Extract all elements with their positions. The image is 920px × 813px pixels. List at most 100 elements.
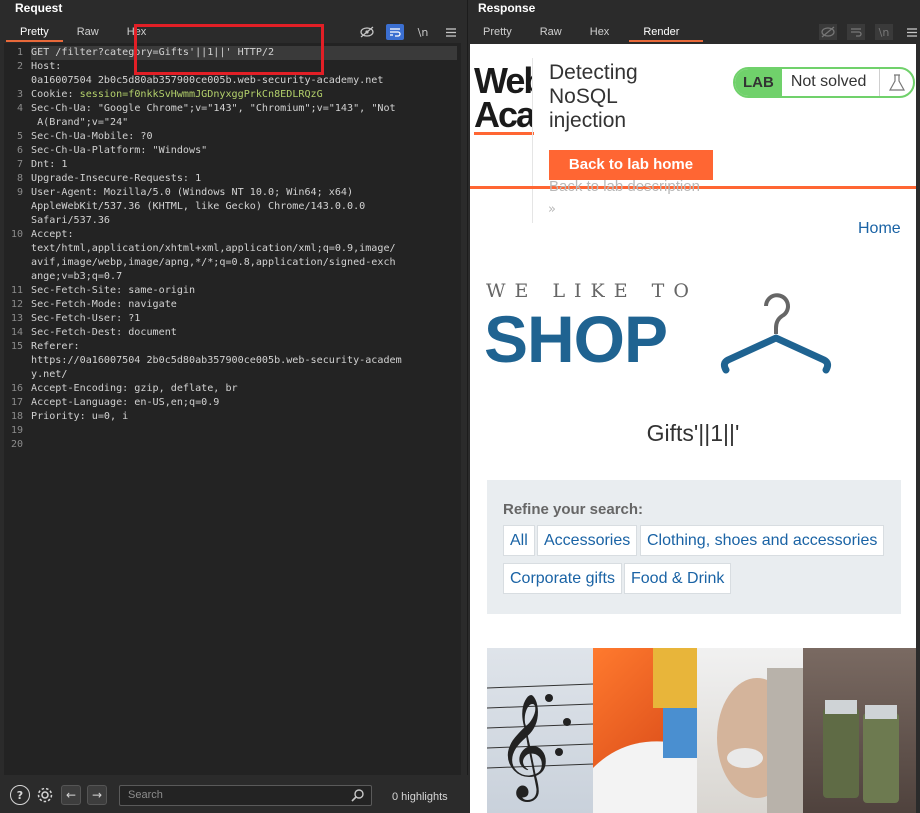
back-to-lab-home-button[interactable]: Back to lab home [549, 150, 713, 180]
filter-corporate-gifts[interactable]: Corporate gifts [503, 563, 622, 594]
lab-status-badge: LAB Not solved [733, 67, 915, 98]
line-number: 17 [10, 397, 23, 408]
search-input[interactable]: Search [119, 785, 372, 806]
code-line[interactable]: A(Brand";v="24" [31, 116, 457, 130]
search-icon[interactable] [351, 787, 365, 806]
newline-icon[interactable]: \n [414, 24, 432, 40]
category-title: Gifts'||1||' [646, 420, 740, 446]
code-line[interactable] [31, 438, 457, 452]
logo-underline [474, 132, 534, 135]
tab-render[interactable]: Render [629, 24, 704, 42]
tab-pretty[interactable]: Pretty [469, 24, 526, 42]
code-line[interactable]: Safari/537.36 [31, 214, 457, 228]
line-number [4, 74, 26, 88]
settings-gear-icon[interactable] [35, 785, 55, 805]
line-number [4, 354, 26, 368]
lab-header: Web Aca Detecting NoSQL injection Back t… [470, 44, 916, 223]
line-number: 1 [16, 47, 23, 58]
code-line[interactable]: Referer: [31, 340, 457, 354]
code-line[interactable]: Accept-Encoding: gzip, deflate, br [31, 382, 457, 396]
highlights-count: 0 highlights [392, 791, 448, 803]
code-line[interactable]: text/html,application/xhtml+xml,applicat… [31, 242, 457, 256]
wrap-icon[interactable] [386, 24, 404, 40]
line-number: 18 [10, 411, 23, 422]
request-bottom-bar: ? ← → Search 0 highlights [0, 775, 468, 813]
back-to-lab-description-link[interactable]: Back to lab description [549, 178, 700, 195]
code-line[interactable]: avif,image/webp,image/apng,*/*;q=0.8,app… [31, 256, 457, 270]
request-panel: Request Pretty Raw Hex \n 1 2 3 4 5 6 7 8 9 10 11 1… [0, 0, 468, 813]
code-line[interactable]: Priority: u=0, i [31, 410, 457, 424]
back-arrow-icon[interactable]: ← [61, 785, 81, 805]
tab-hex[interactable]: Hex [576, 24, 624, 42]
line-number: 7 [16, 159, 23, 170]
filter-accessories[interactable]: Accessories [537, 525, 638, 556]
help-icon[interactable]: ? [10, 785, 30, 805]
render-view: Web Aca Detecting NoSQL injection Back t… [470, 44, 916, 813]
wrap-icon [847, 24, 865, 40]
code-line[interactable]: Cookie: session=f0nkkSvHwmmJGDnyxggPrkCn… [31, 88, 457, 102]
academy-logo: Web Aca [474, 54, 532, 134]
line-number: 5 [16, 131, 23, 142]
shop-wordmark: SHOP [484, 302, 668, 376]
menu-icon[interactable] [442, 24, 460, 40]
product-grid: 𝄞 [487, 648, 916, 813]
tab-raw[interactable]: Raw [526, 24, 576, 42]
code-line[interactable] [31, 424, 457, 438]
menu-icon[interactable] [903, 24, 920, 40]
refine-search-panel: Refine your search: All Accessories Clot… [487, 480, 901, 614]
product-image[interactable] [593, 648, 697, 813]
shop-logo: WE LIKE TO SHOP [484, 280, 846, 380]
forward-arrow-icon[interactable]: → [87, 785, 107, 805]
header-divider [532, 58, 533, 223]
line-number [4, 368, 26, 382]
product-image[interactable] [803, 648, 916, 813]
code-line[interactable]: Sec-Ch-Ua-Platform: "Windows" [31, 144, 457, 158]
logo-text: Web Aca [474, 64, 532, 132]
line-number: 20 [10, 439, 23, 450]
filter-food-drink[interactable]: Food & Drink [624, 563, 732, 594]
line-number: 8 [16, 173, 23, 184]
lab-title: Detecting NoSQL injection [549, 61, 638, 132]
product-image[interactable] [697, 648, 803, 813]
line-number: 4 [16, 103, 23, 114]
code-line[interactable]: Accept: [31, 228, 457, 242]
response-toolbar: \n [819, 24, 920, 40]
line-number: 2 [16, 61, 23, 72]
shop-tagline: WE LIKE TO [486, 280, 698, 302]
code-line[interactable]: y.net/ [31, 368, 457, 382]
filter-clothing[interactable]: Clothing, shoes and accessories [640, 525, 885, 556]
line-number: 16 [10, 383, 23, 394]
tab-pretty[interactable]: Pretty [6, 24, 63, 42]
request-title: Request [15, 1, 63, 15]
code-line[interactable]: Upgrade-Insecure-Requests: 1 [31, 172, 457, 186]
tab-raw[interactable]: Raw [63, 24, 113, 42]
code-line[interactable]: 0a16007504 2b0c5d80ab357900ce005b.web-se… [31, 74, 457, 88]
refine-label: Refine your search: [503, 501, 644, 518]
product-image[interactable]: 𝄞 [487, 648, 593, 813]
response-title: Response [478, 1, 536, 15]
code-line[interactable]: User-Agent: Mozilla/5.0 (Windows NT 10.0… [31, 186, 457, 200]
code-line[interactable]: AppleWebKit/537.36 (KHTML, like Gecko) C… [31, 200, 457, 214]
home-link[interactable]: Home [858, 220, 901, 238]
line-number: 19 [10, 425, 23, 436]
code-line[interactable]: Sec-Ch-Ua: "Google Chrome";v="143", "Chr… [31, 102, 457, 116]
eye-slash-icon[interactable] [358, 24, 376, 40]
code-line[interactable]: Dnt: 1 [31, 158, 457, 172]
request-editor[interactable]: 1 2 3 4 5 6 7 8 9 10 11 12 13 14 15 16 17 18 19 20 GET /fil… [4, 43, 461, 775]
code-line[interactable]: Sec-Ch-Ua-Mobile: ?0 [31, 130, 457, 144]
code-line[interactable]: Sec-Fetch-Dest: document [31, 326, 457, 340]
lab-label: LAB [735, 69, 782, 96]
newline-icon: \n [875, 24, 893, 40]
code-line[interactable]: Sec-Fetch-Mode: navigate [31, 298, 457, 312]
request-code[interactable]: GET /filter?category=Gifts'||1||' HTTP/2… [31, 46, 457, 452]
code-line[interactable]: https://0a16007504 2b0c5d80ab357900ce005… [31, 354, 457, 368]
filter-all[interactable]: All [503, 525, 535, 556]
code-line[interactable]: Sec-Fetch-Site: same-origin [31, 284, 457, 298]
line-number [4, 116, 26, 130]
line-number: 9 [16, 187, 23, 198]
line-number: 11 [10, 285, 23, 296]
response-panel: Response Pretty Raw Hex Render \n Web Ac… [469, 0, 920, 813]
code-line[interactable]: Sec-Fetch-User: ?1 [31, 312, 457, 326]
code-line[interactable]: Accept-Language: en-US,en;q=0.9 [31, 396, 457, 410]
code-line[interactable]: ange;v=b3;q=0.7 [31, 270, 457, 284]
